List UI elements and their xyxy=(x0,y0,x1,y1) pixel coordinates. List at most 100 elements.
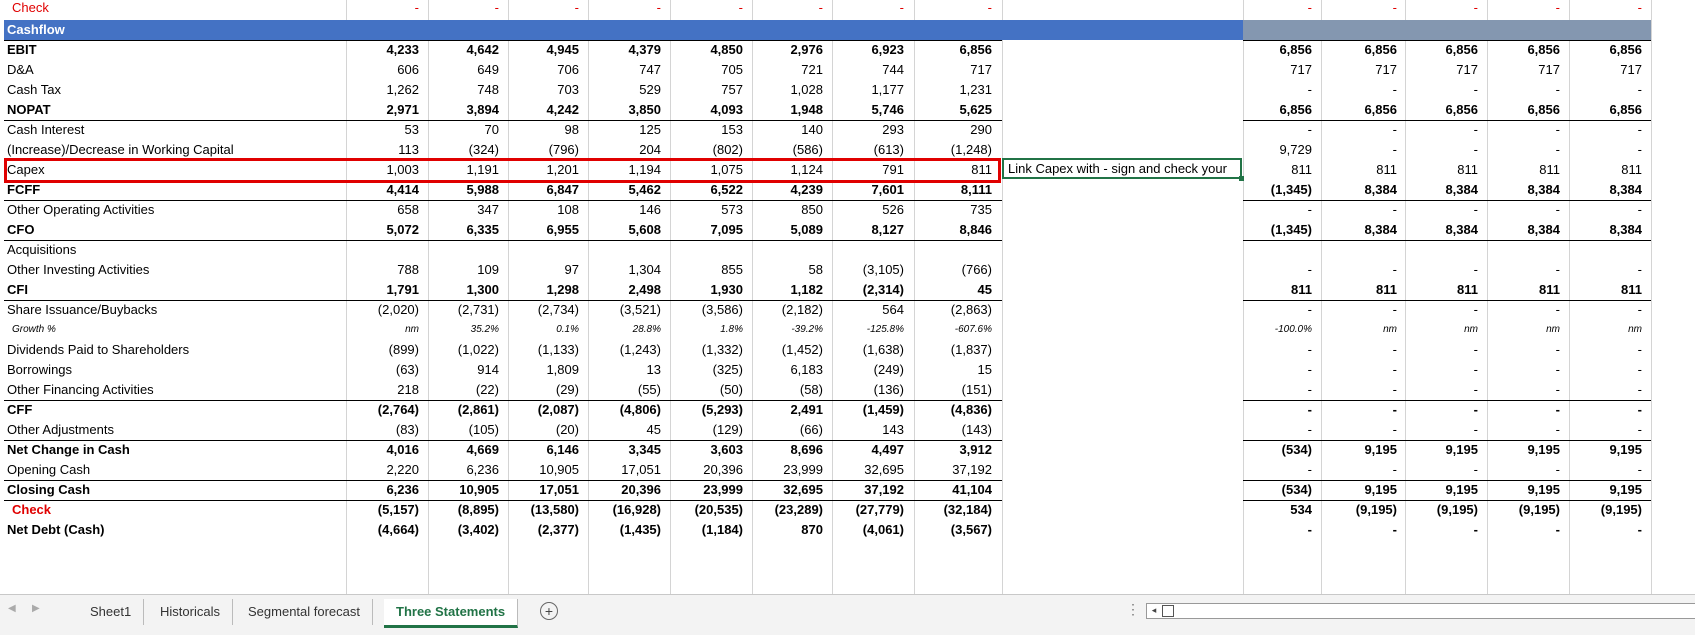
value-cell[interactable] xyxy=(669,20,749,40)
projection-cell[interactable]: - xyxy=(1486,420,1566,440)
value-cell[interactable]: 108 xyxy=(505,200,585,220)
value-cell[interactable]: (2,020) xyxy=(345,300,425,320)
projection-cell[interactable]: - xyxy=(1486,300,1566,320)
projection-cell[interactable] xyxy=(1323,240,1403,260)
row-label[interactable]: Borrowings xyxy=(6,360,344,380)
value-cell[interactable]: (3,521) xyxy=(587,300,667,320)
value-cell[interactable]: 8,127 xyxy=(830,220,910,240)
value-cell[interactable] xyxy=(425,240,505,260)
value-cell[interactable]: (1,459) xyxy=(830,400,910,420)
projection-cell[interactable] xyxy=(1238,20,1318,40)
value-cell[interactable]: 850 xyxy=(749,200,829,220)
value-cell[interactable]: 1,791 xyxy=(345,280,425,300)
value-cell[interactable]: (4,664) xyxy=(345,520,425,540)
projection-cell[interactable]: 9,195 xyxy=(1568,440,1648,460)
value-cell[interactable]: 744 xyxy=(830,60,910,80)
projection-cell[interactable]: - xyxy=(1486,140,1566,160)
projection-cell[interactable]: - xyxy=(1323,400,1403,420)
value-cell[interactable]: 1,182 xyxy=(749,280,829,300)
value-cell[interactable]: 13 xyxy=(587,360,667,380)
projection-cell[interactable]: - xyxy=(1486,400,1566,420)
value-cell[interactable]: 5,089 xyxy=(749,220,829,240)
projection-cell[interactable]: (534) xyxy=(1238,440,1318,460)
value-cell[interactable]: (2,734) xyxy=(505,300,585,320)
projection-cell[interactable]: - xyxy=(1568,520,1648,540)
projection-cell[interactable]: - xyxy=(1486,380,1566,400)
projection-cell[interactable]: - xyxy=(1238,340,1318,360)
value-cell[interactable]: (586) xyxy=(749,140,829,160)
value-cell[interactable] xyxy=(749,240,829,260)
projection-cell[interactable]: (9,195) xyxy=(1568,500,1648,520)
projection-cell[interactable]: - xyxy=(1486,120,1566,140)
value-cell[interactable]: 8,111 xyxy=(918,180,998,200)
projection-cell[interactable]: 8,384 xyxy=(1323,220,1403,240)
projection-cell[interactable]: - xyxy=(1568,80,1648,100)
value-cell[interactable]: 0.1% xyxy=(505,320,585,340)
projection-cell[interactable]: 9,195 xyxy=(1323,480,1403,500)
value-cell[interactable]: 17,051 xyxy=(505,480,585,500)
value-cell[interactable]: 5,608 xyxy=(587,220,667,240)
value-cell[interactable]: (32,184) xyxy=(918,500,998,520)
value-cell[interactable]: (613) xyxy=(830,140,910,160)
value-cell[interactable]: - xyxy=(505,0,585,18)
value-cell[interactable]: 4,497 xyxy=(830,440,910,460)
value-cell[interactable]: (8,895) xyxy=(425,500,505,520)
value-cell[interactable]: 32,695 xyxy=(749,480,829,500)
value-cell[interactable]: (1,452) xyxy=(749,340,829,360)
projection-cell[interactable]: - xyxy=(1568,360,1648,380)
row-label[interactable]: FCFF xyxy=(6,180,344,200)
projection-cell[interactable]: 8,384 xyxy=(1404,180,1484,200)
row-label[interactable]: Net Change in Cash xyxy=(6,440,344,460)
projection-cell[interactable]: - xyxy=(1323,460,1403,480)
projection-cell[interactable]: 811 xyxy=(1486,280,1566,300)
value-cell[interactable]: 3,345 xyxy=(587,440,667,460)
projection-cell[interactable]: 9,195 xyxy=(1486,440,1566,460)
projection-cell[interactable]: - xyxy=(1404,120,1484,140)
value-cell[interactable]: 98 xyxy=(505,120,585,140)
value-cell[interactable] xyxy=(587,20,667,40)
projection-cell[interactable]: - xyxy=(1404,420,1484,440)
projection-cell[interactable]: - xyxy=(1486,340,1566,360)
value-cell[interactable]: 721 xyxy=(749,60,829,80)
value-cell[interactable]: 4,850 xyxy=(669,40,749,60)
value-cell[interactable]: (1,022) xyxy=(425,340,505,360)
value-cell[interactable]: - xyxy=(749,0,829,18)
value-cell[interactable]: 914 xyxy=(425,360,505,380)
projection-cell[interactable]: 6,856 xyxy=(1568,40,1648,60)
triangle-right-icon[interactable]: ▶ xyxy=(32,603,40,614)
value-cell[interactable]: 757 xyxy=(669,80,749,100)
value-cell[interactable]: (58) xyxy=(749,380,829,400)
value-cell[interactable]: 573 xyxy=(669,200,749,220)
row-label[interactable]: D&A xyxy=(6,60,344,80)
row-label[interactable]: Acquisitions xyxy=(6,240,344,260)
value-cell[interactable]: 747 xyxy=(587,60,667,80)
value-cell[interactable]: 20,396 xyxy=(669,460,749,480)
value-cell[interactable]: (249) xyxy=(830,360,910,380)
projection-cell[interactable]: - xyxy=(1238,120,1318,140)
value-cell[interactable]: 153 xyxy=(669,120,749,140)
value-cell[interactable]: 7,095 xyxy=(669,220,749,240)
value-cell[interactable]: 4,642 xyxy=(425,40,505,60)
projection-cell[interactable]: (9,195) xyxy=(1323,500,1403,520)
projection-cell[interactable]: 8,384 xyxy=(1568,180,1648,200)
projection-cell[interactable]: - xyxy=(1568,140,1648,160)
value-cell[interactable]: 706 xyxy=(505,60,585,80)
value-cell[interactable]: (2,314) xyxy=(830,280,910,300)
value-cell[interactable]: (2,731) xyxy=(425,300,505,320)
value-cell[interactable]: 113 xyxy=(345,140,425,160)
value-cell[interactable]: 218 xyxy=(345,380,425,400)
value-cell[interactable]: (1,837) xyxy=(918,340,998,360)
value-cell[interactable]: (20,535) xyxy=(669,500,749,520)
value-cell[interactable]: 37,192 xyxy=(918,460,998,480)
value-cell[interactable]: (27,779) xyxy=(830,500,910,520)
value-cell[interactable]: 6,183 xyxy=(749,360,829,380)
value-cell[interactable] xyxy=(830,240,910,260)
projection-cell[interactable]: 811 xyxy=(1238,160,1318,180)
value-cell[interactable]: 6,923 xyxy=(830,40,910,60)
value-cell[interactable]: 15 xyxy=(918,360,998,380)
projection-cell[interactable]: 9,195 xyxy=(1568,480,1648,500)
scroll-left-icon[interactable]: ◂ xyxy=(1148,604,1160,616)
value-cell[interactable]: 1,194 xyxy=(587,160,667,180)
value-cell[interactable]: 4,669 xyxy=(425,440,505,460)
projection-cell[interactable]: - xyxy=(1404,460,1484,480)
